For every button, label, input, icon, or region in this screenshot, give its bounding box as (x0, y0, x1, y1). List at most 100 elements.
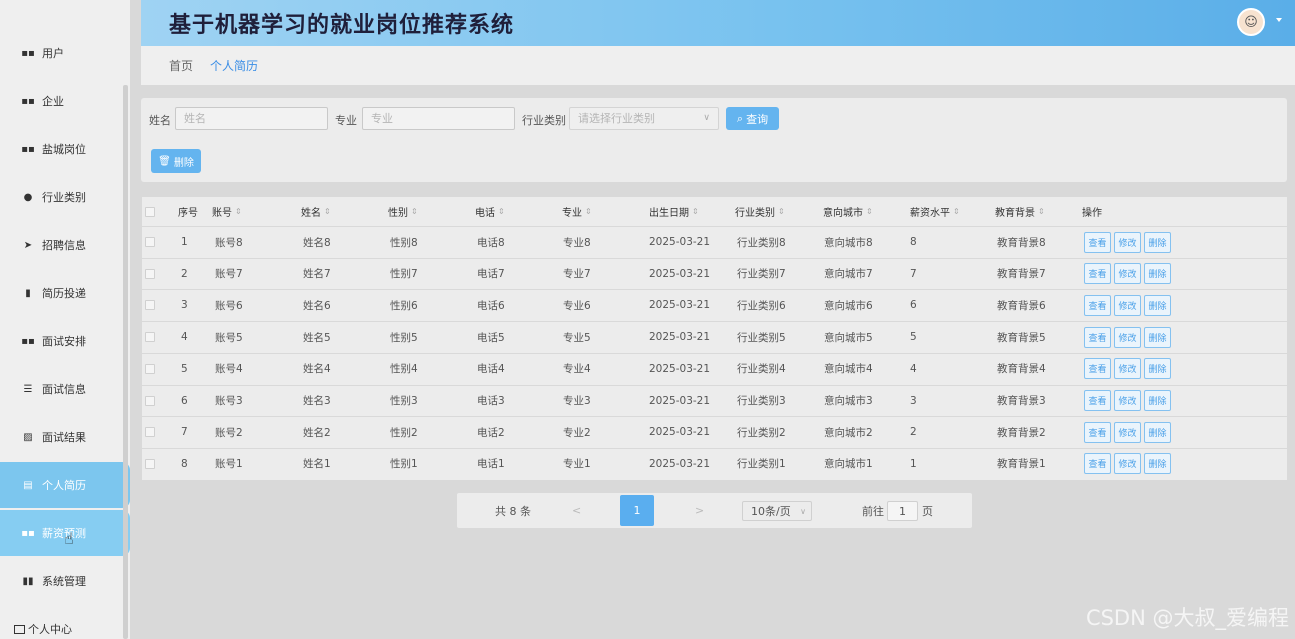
next-page-button[interactable]: > (695, 493, 704, 528)
line-chart-icon: ▨ (23, 431, 33, 443)
row-checkbox[interactable] (145, 290, 155, 320)
sort-icon[interactable]: ⇕ (866, 207, 873, 216)
sort-icon[interactable]: ⇕ (411, 207, 418, 216)
sort-icon[interactable]: ⇕ (778, 207, 785, 216)
table-cell: 行业类别2 (737, 426, 786, 439)
edit-button[interactable]: 修改 (1114, 326, 1141, 348)
table-cell: 性别6 (390, 299, 418, 312)
table-cell: 姓名6 (303, 299, 331, 312)
row-checkbox[interactable] (145, 449, 155, 479)
row-checkbox[interactable] (145, 354, 155, 384)
view-button[interactable]: 查看 (1084, 231, 1111, 253)
sidebar-item-3[interactable]: ▪▪ 盐城岗位 (0, 126, 130, 172)
sort-icon[interactable]: ⇕ (324, 207, 331, 216)
sort-icon[interactable]: ⇕ (585, 207, 592, 216)
table-cell: 意向城市6 (824, 299, 873, 312)
column-header-label: 电话 (475, 208, 495, 219)
select-all-checkbox[interactable] (145, 197, 155, 226)
watermark: CSDN @大叔_爱编程 (1085, 606, 1289, 630)
delete-button[interactable]: 删除 (1144, 263, 1171, 285)
sidebar-item-6[interactable]: ▮ 简历投递 (0, 270, 130, 316)
breadcrumb-current[interactable]: 个人简历 (210, 57, 258, 74)
breadcrumb-home[interactable]: 首页 (169, 57, 193, 74)
sidebar-item-label: 用户 (42, 47, 64, 60)
view-button[interactable]: 查看 (1084, 326, 1111, 348)
row-checkbox[interactable] (145, 259, 155, 289)
view-button[interactable]: 查看 (1084, 294, 1111, 316)
name-input[interactable] (175, 107, 328, 130)
column-header[interactable]: 性别 ⇕ (388, 197, 418, 226)
sidebar-item-1[interactable]: ▪▪ 用户 (0, 30, 130, 76)
batch-delete-button[interactable]: 🗑 删除 (151, 149, 201, 173)
delete-button-label: 删除 (173, 157, 194, 169)
edit-button[interactable]: 修改 (1114, 294, 1141, 316)
avatar[interactable]: ☺ (1237, 8, 1265, 36)
row-checkbox[interactable] (145, 227, 155, 257)
delete-button[interactable]: 删除 (1144, 358, 1171, 380)
column-header[interactable]: 专业 ⇕ (562, 197, 592, 226)
delete-button[interactable]: 删除 (1144, 294, 1171, 316)
page-size-select[interactable]: 10条/页 ∨ (742, 501, 812, 521)
view-button[interactable]: 查看 (1084, 421, 1111, 443)
sidebar-item-2[interactable]: ▪▪ 企业 (0, 78, 130, 124)
sidebar-item-10[interactable]: ▤ 个人简历 (0, 462, 130, 508)
table-cell: 意向城市8 (824, 236, 873, 249)
page-number-1[interactable]: 1 (620, 495, 654, 526)
sidebar-item-personal-center[interactable]: 个人中心 (0, 619, 130, 639)
table-cell: 姓名3 (303, 395, 331, 407)
row-checkbox[interactable] (145, 386, 155, 416)
delete-button[interactable]: 删除 (1144, 421, 1171, 443)
sidebar-item-5[interactable]: ➤ 招聘信息 (0, 222, 130, 268)
major-input[interactable] (362, 107, 515, 130)
edit-button[interactable]: 修改 (1114, 231, 1141, 253)
delete-button[interactable]: 删除 (1144, 390, 1171, 411)
row-checkbox[interactable] (145, 417, 155, 447)
sidebar-item-8[interactable]: ☰ 面试信息 (0, 366, 130, 412)
edit-button[interactable]: 修改 (1114, 421, 1141, 443)
table-cell: 专业5 (563, 331, 591, 344)
prev-page-button[interactable]: < (572, 493, 581, 528)
edit-button[interactable]: 修改 (1114, 390, 1141, 411)
sort-icon[interactable]: ⇕ (498, 207, 505, 216)
document-icon: ▤ (23, 479, 33, 491)
query-button[interactable]: ⌕ 查询 (726, 107, 779, 130)
column-header[interactable]: 行业类别 ⇕ (735, 197, 785, 226)
table-row: 7 账号2 姓名2 性别2 电话2 专业2 2025-03-21 行业类别2 意向城市2 2 教育背… (142, 416, 1287, 447)
row-checkbox[interactable] (145, 322, 155, 352)
column-header[interactable]: 教育背景 ⇕ (995, 197, 1045, 226)
column-header[interactable]: 电话 ⇕ (475, 197, 505, 226)
view-button[interactable]: 查看 (1084, 358, 1111, 380)
sort-icon[interactable]: ⇕ (235, 207, 242, 216)
sort-icon[interactable]: ⇕ (953, 207, 960, 216)
table-cell: 专业7 (563, 268, 591, 281)
checkbox-box (145, 332, 155, 343)
column-header[interactable]: 意向城市 ⇕ (823, 197, 873, 226)
column-header[interactable]: 薪资水平 ⇕ (910, 197, 960, 226)
edit-button[interactable]: 修改 (1114, 263, 1141, 285)
resume-table: 序号 账号 ⇕ 姓名 ⇕ 性别 ⇕ 电话 ⇕ 专业 ⇕ 出生日期 ⇕ 行业类别 ⇕ 意向城市 ⇕ 薪资水平 ⇕ 教育背… (142, 197, 1287, 480)
caret-down-icon[interactable] (1276, 18, 1282, 22)
delete-button[interactable]: 删除 (1144, 231, 1171, 253)
sidebar-item-4[interactable]: ● 行业类别 (0, 174, 130, 220)
goto-page-input[interactable]: 1 (887, 501, 918, 521)
edit-button[interactable]: 修改 (1114, 453, 1141, 475)
sidebar-item-7[interactable]: ▪▪ 面试安排 (0, 318, 130, 364)
sidebar-item-12[interactable]: ▮▮ 系统管理 (0, 558, 130, 604)
column-header[interactable]: 出生日期 ⇕ (649, 197, 699, 226)
edit-button[interactable]: 修改 (1114, 358, 1141, 380)
sidebar-scrollbar[interactable] (123, 85, 128, 639)
sort-icon[interactable]: ⇕ (1038, 207, 1045, 216)
industry-select[interactable]: 请选择行业类别 ∨ (569, 107, 719, 130)
column-header[interactable]: 姓名 ⇕ (301, 197, 331, 226)
table-cell: 电话4 (477, 363, 505, 376)
table-row: 8 账号1 姓名1 性别1 电话1 专业1 2025-03-21 行业类别1 意向城市1 1 教育背… (142, 447, 1287, 479)
column-header[interactable]: 账号 ⇕ (212, 197, 242, 226)
sort-icon[interactable]: ⇕ (692, 207, 699, 216)
delete-button[interactable]: 删除 (1144, 453, 1171, 475)
view-button[interactable]: 查看 (1084, 390, 1111, 411)
view-button[interactable]: 查看 (1084, 453, 1111, 475)
table-cell: 意向城市3 (824, 395, 873, 407)
delete-button[interactable]: 删除 (1144, 326, 1171, 348)
sidebar-item-9[interactable]: ▨ 面试结果 (0, 414, 130, 460)
view-button[interactable]: 查看 (1084, 263, 1111, 285)
